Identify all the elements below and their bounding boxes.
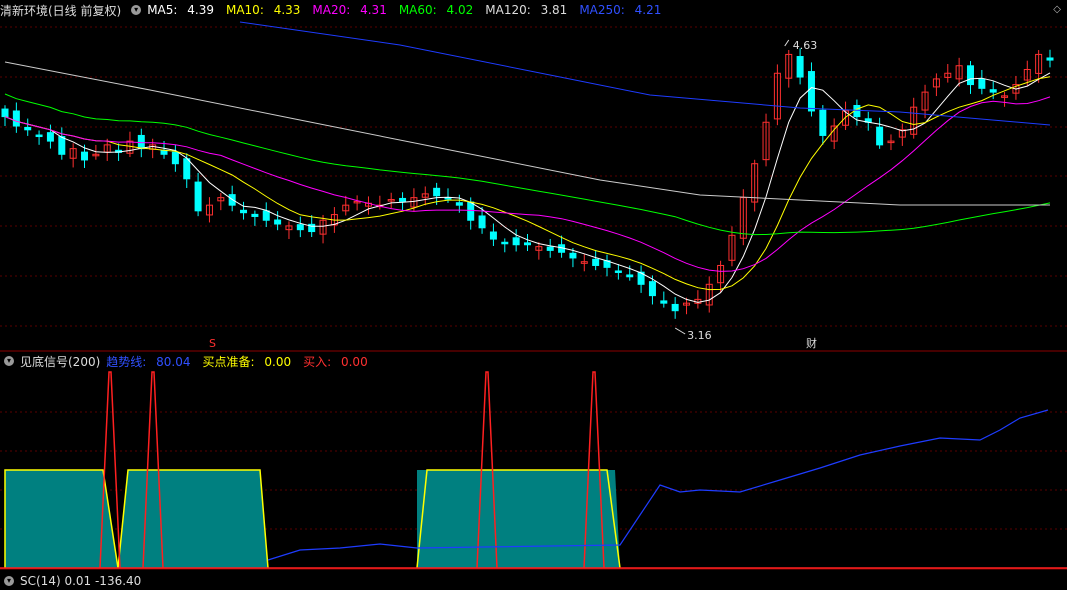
buy-label: 买入: 0.00 xyxy=(303,354,368,369)
candle-body xyxy=(512,237,520,246)
candle-body xyxy=(819,109,827,136)
trend-line xyxy=(267,409,1049,561)
candle-body xyxy=(262,210,270,221)
low-price-label: 3.16 xyxy=(687,329,712,342)
candle-body xyxy=(35,134,43,138)
candle-body xyxy=(399,197,407,202)
sell-marker: S xyxy=(209,337,216,350)
candle-body xyxy=(12,110,20,127)
signal-block xyxy=(417,470,620,568)
main-chart-title[interactable]: 清新环境(日线 前复权) xyxy=(0,2,121,19)
candle-body xyxy=(183,158,191,180)
diamond-icon[interactable]: ◇ xyxy=(1053,4,1061,15)
signal-block xyxy=(118,470,268,568)
ma10-line xyxy=(4,76,1051,291)
candle-body xyxy=(467,201,475,221)
candle-body xyxy=(171,151,179,165)
candle-body xyxy=(807,71,815,112)
candle-body xyxy=(978,78,986,89)
indicator-toggle-icon[interactable]: ▾ xyxy=(4,356,14,366)
candle-body xyxy=(614,270,622,273)
ma120-label: MA120: 3.81 xyxy=(485,3,568,17)
trend-line-label: 趋势线: 80.04 xyxy=(106,354,191,369)
ma120-line xyxy=(4,61,1050,206)
ma250-label: MA250: 4.21 xyxy=(579,3,662,17)
candle-body xyxy=(58,136,66,155)
candle-body xyxy=(46,132,54,142)
candle-body xyxy=(1046,57,1054,61)
indicator-title[interactable]: 见底信号(200) xyxy=(20,353,100,370)
candle-body xyxy=(671,303,679,312)
candle-body xyxy=(24,126,32,131)
ma5-label: MA5: 4.39 xyxy=(147,3,214,17)
candle-body xyxy=(626,274,634,278)
main-chart-header: 清新环境(日线 前复权) ▾ MA5: 4.39 MA10: 4.33 MA20… xyxy=(0,1,673,19)
ma60-label: MA60: 4.02 xyxy=(398,3,474,17)
high-marker xyxy=(784,39,790,47)
chevron-down-icon[interactable]: ▾ xyxy=(131,5,142,15)
candle-body xyxy=(274,219,282,225)
candle-body xyxy=(81,151,89,161)
candle-body xyxy=(251,213,259,217)
candle-body xyxy=(648,281,656,297)
candle-body xyxy=(296,224,304,231)
candle-body xyxy=(501,241,509,245)
candle-body xyxy=(592,258,600,266)
bottom-toggle-icon[interactable]: ▾ xyxy=(4,576,14,586)
candle-body xyxy=(1,108,9,118)
candle-body xyxy=(194,181,202,212)
bottom-indicator-text: SC(14) 0.01 -136.40 xyxy=(20,574,142,588)
buy-ready-label: 买点准备: 0.00 xyxy=(202,354,292,369)
candle-body xyxy=(546,246,554,251)
candle-body xyxy=(455,202,463,206)
ma20-label: MA20: 4.31 xyxy=(312,3,387,17)
candle-body xyxy=(796,56,804,78)
ma10-label: MA10: 4.33 xyxy=(225,3,301,17)
candle-body xyxy=(569,252,577,259)
finance-marker: 财 xyxy=(806,336,817,350)
ma5-line xyxy=(4,72,1051,303)
bottom-indicator-header: ▾ SC(14) 0.01 -136.40 xyxy=(0,572,147,590)
candle-body xyxy=(660,300,668,304)
chart-canvas[interactable]: 4.63 3.16 S 财 xyxy=(0,0,1067,579)
candle-body xyxy=(433,187,441,197)
indicator-header: ▾ 见底信号(200) 趋势线: 80.04 买点准备: 0.00 买入: 0.… xyxy=(0,352,380,370)
candle-body xyxy=(489,231,497,240)
high-price-label: 4.63 xyxy=(793,39,818,52)
candle-body xyxy=(240,209,248,214)
candle-body xyxy=(524,242,531,246)
candle-body xyxy=(478,215,486,229)
low-marker xyxy=(674,327,686,335)
candle-body xyxy=(876,126,884,146)
candle-body xyxy=(989,89,997,93)
candle-body xyxy=(966,65,974,86)
